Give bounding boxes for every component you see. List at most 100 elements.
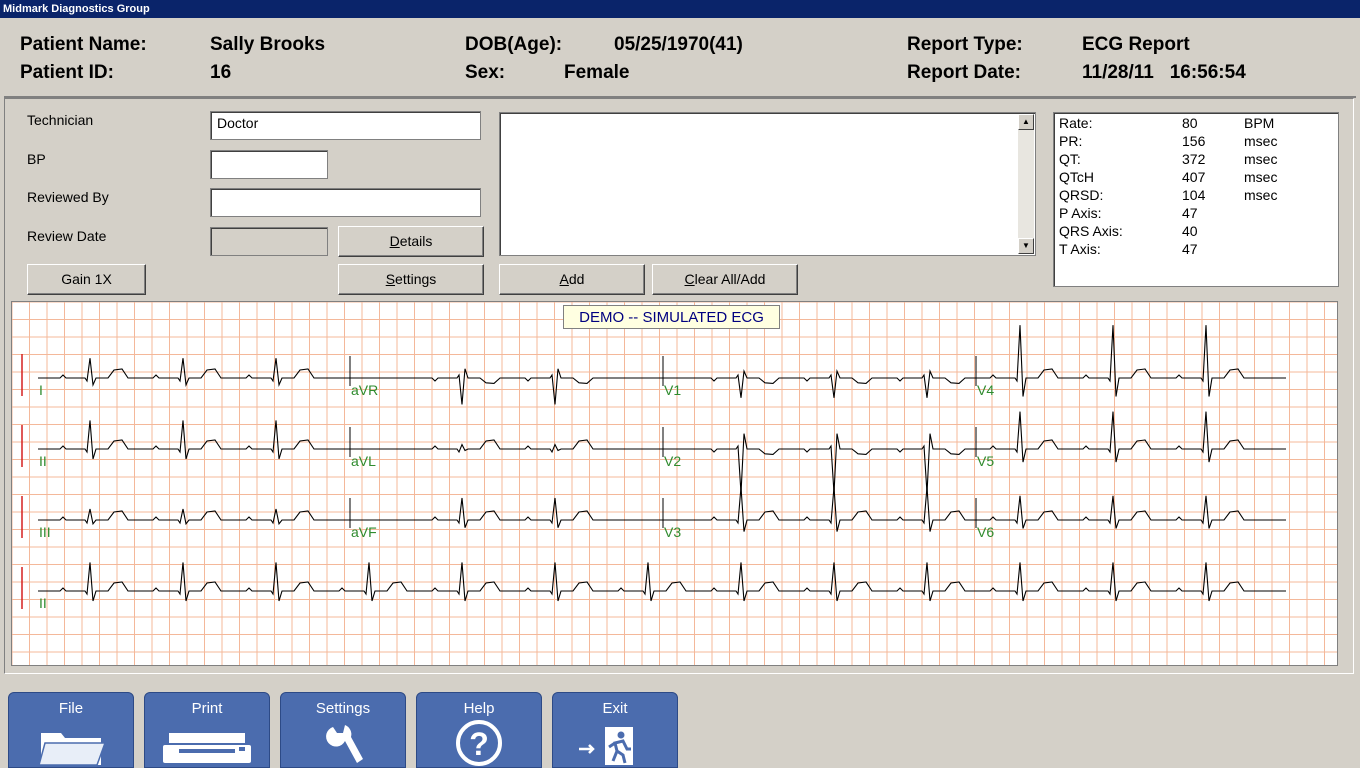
ecg-waveform: IaVR V1 V4 II aVL V2 V5 III aVF V3 V6 II: [12, 302, 1337, 665]
lead-label-v1: V1: [664, 382, 681, 398]
lead-label-avl: aVL: [351, 453, 376, 469]
lead-label-v3: V3: [664, 524, 681, 540]
print-button[interactable]: Print: [144, 692, 270, 768]
file-button-label: File: [58, 700, 84, 717]
ecg-trace-v4: [976, 325, 1286, 397]
measurement-value: 156: [1182, 133, 1206, 149]
notes-textarea[interactable]: ▲ ▼: [499, 112, 1036, 256]
ecg-trace-v1: [663, 368, 976, 398]
measurement-label: PR:: [1059, 133, 1083, 149]
ecg-trace-iii: [38, 508, 350, 526]
review-date-label: Review Date: [27, 228, 107, 244]
review-date-field: [210, 227, 328, 256]
lead-label-avr: aVR: [351, 382, 378, 398]
ecg-trace-v2: [663, 433, 976, 494]
lead-label-i: I: [39, 382, 43, 398]
clear-button-text-post: lear All/Add: [694, 271, 766, 287]
wrench-icon: [326, 725, 363, 763]
sex-value: Female: [564, 62, 630, 83]
technician-field[interactable]: Doctor: [210, 111, 481, 140]
help-button-label: Help: [463, 700, 495, 717]
measurement-value: 47: [1182, 205, 1198, 221]
sex-label: Sex:: [465, 62, 506, 83]
measurement-label: Rate:: [1059, 115, 1093, 131]
exit-icon: [579, 727, 633, 765]
window-title: Midmark Diagnostics Group: [0, 0, 1360, 18]
patient-name-value: Sally Brooks: [210, 34, 326, 55]
report-type-label: Report Type:: [907, 34, 1023, 55]
ecg-trace-v5: [976, 411, 1286, 463]
patient-name-label: Patient Name:: [20, 34, 147, 55]
clear-all-add-button[interactable]: Clear All/Add: [652, 264, 798, 295]
bp-field[interactable]: [210, 150, 328, 179]
report-date-label: Report Date:: [907, 62, 1022, 83]
ecg-trace-v3: [663, 486, 976, 532]
settings-button[interactable]: Settings: [338, 264, 484, 295]
print-button-label: Print: [191, 700, 223, 717]
settings-button-text-post: ettings: [395, 271, 437, 287]
measurement-unit: BPM: [1244, 115, 1275, 131]
settings-toolbar-button[interactable]: Settings: [280, 692, 406, 768]
measurement-label: QRS Axis:: [1059, 223, 1123, 239]
measurement-unit: msec: [1244, 187, 1278, 203]
details-button-text-post: etails: [399, 233, 433, 249]
demo-banner: DEMO -- SIMULATED ECG: [563, 305, 780, 329]
dob-value: 05/25/1970(41): [614, 34, 743, 55]
patient-id-label: Patient ID:: [20, 62, 114, 83]
measurement-unit: msec: [1244, 133, 1278, 149]
measurement-label: QTcH: [1059, 169, 1094, 185]
measurement-value: 47: [1182, 241, 1198, 257]
measurements-panel: Rate: 80 BPM PR: 156 msec QT: 372 msec QTcH 407 mse…: [1053, 112, 1339, 287]
lead-label-ii: II: [39, 453, 47, 469]
ecg-grid: [12, 302, 1337, 665]
report-type-value: ECG Report: [1082, 34, 1190, 55]
add-button-text-post: dd: [568, 271, 585, 287]
measurement-label: P Axis:: [1059, 205, 1102, 221]
dob-label: DOB(Age):: [465, 34, 563, 55]
printer-icon: [163, 733, 251, 763]
details-button-mnemonic: D: [389, 233, 400, 249]
file-button[interactable]: File: [8, 692, 134, 768]
details-button[interactable]: Details: [338, 226, 484, 257]
patient-id-value: 16: [210, 62, 232, 83]
lead-label-v6: V6: [977, 524, 994, 540]
lead-label-ii: II: [39, 595, 47, 611]
measurement-label: T Axis:: [1059, 241, 1101, 257]
help-button[interactable]: Help ?: [416, 692, 542, 768]
clear-button-mnemonic: C: [684, 271, 695, 287]
exit-button-label: Exit: [602, 700, 628, 717]
reviewed-by-field[interactable]: [210, 188, 481, 217]
measurement-unit: msec: [1244, 151, 1278, 167]
question-icon: ?: [456, 720, 502, 766]
add-button-mnemonic: A: [559, 271, 569, 287]
scroll-down-icon[interactable]: ▼: [1018, 238, 1034, 254]
measurement-value: 104: [1182, 187, 1206, 203]
notes-scrollbar[interactable]: ▲ ▼: [1018, 114, 1034, 254]
ecg-chart: IaVR V1 V4 II aVL V2 V5 III aVF V3 V6 II: [11, 301, 1338, 666]
technician-label: Technician: [27, 112, 94, 128]
lead-label-avf: aVF: [351, 524, 377, 540]
patient-header: Patient Name: Sally Brooks Patient ID: 1…: [4, 20, 1356, 98]
svg-text:?: ?: [469, 726, 489, 762]
report-date-value: 11/28/11 16:56:54: [1082, 62, 1246, 83]
lead-label-v4: V4: [977, 382, 994, 398]
measurement-unit: msec: [1244, 169, 1278, 185]
measurement-label: QRSD:: [1059, 187, 1104, 203]
gain-button[interactable]: Gain 1X: [27, 264, 146, 295]
measurement-label: QT:: [1059, 151, 1081, 167]
bp-label: BP: [27, 151, 46, 167]
measurement-value: 372: [1182, 151, 1206, 167]
settings-button-mnemonic: S: [385, 271, 396, 287]
lead-label-v5: V5: [977, 453, 994, 469]
settings-toolbar-label: Settings: [315, 700, 371, 717]
folder-icon: [38, 733, 107, 766]
scroll-up-icon[interactable]: ▲: [1018, 114, 1034, 130]
measurement-value: 80: [1182, 115, 1198, 131]
exit-button[interactable]: Exit: [552, 692, 678, 768]
ecg-trace-ii: [38, 420, 350, 460]
add-button[interactable]: Add: [499, 264, 645, 295]
measurement-value: 40: [1182, 223, 1198, 239]
lead-label-iii: III: [39, 524, 51, 540]
measurement-value: 407: [1182, 169, 1206, 185]
lead-label-v2: V2: [664, 453, 681, 469]
